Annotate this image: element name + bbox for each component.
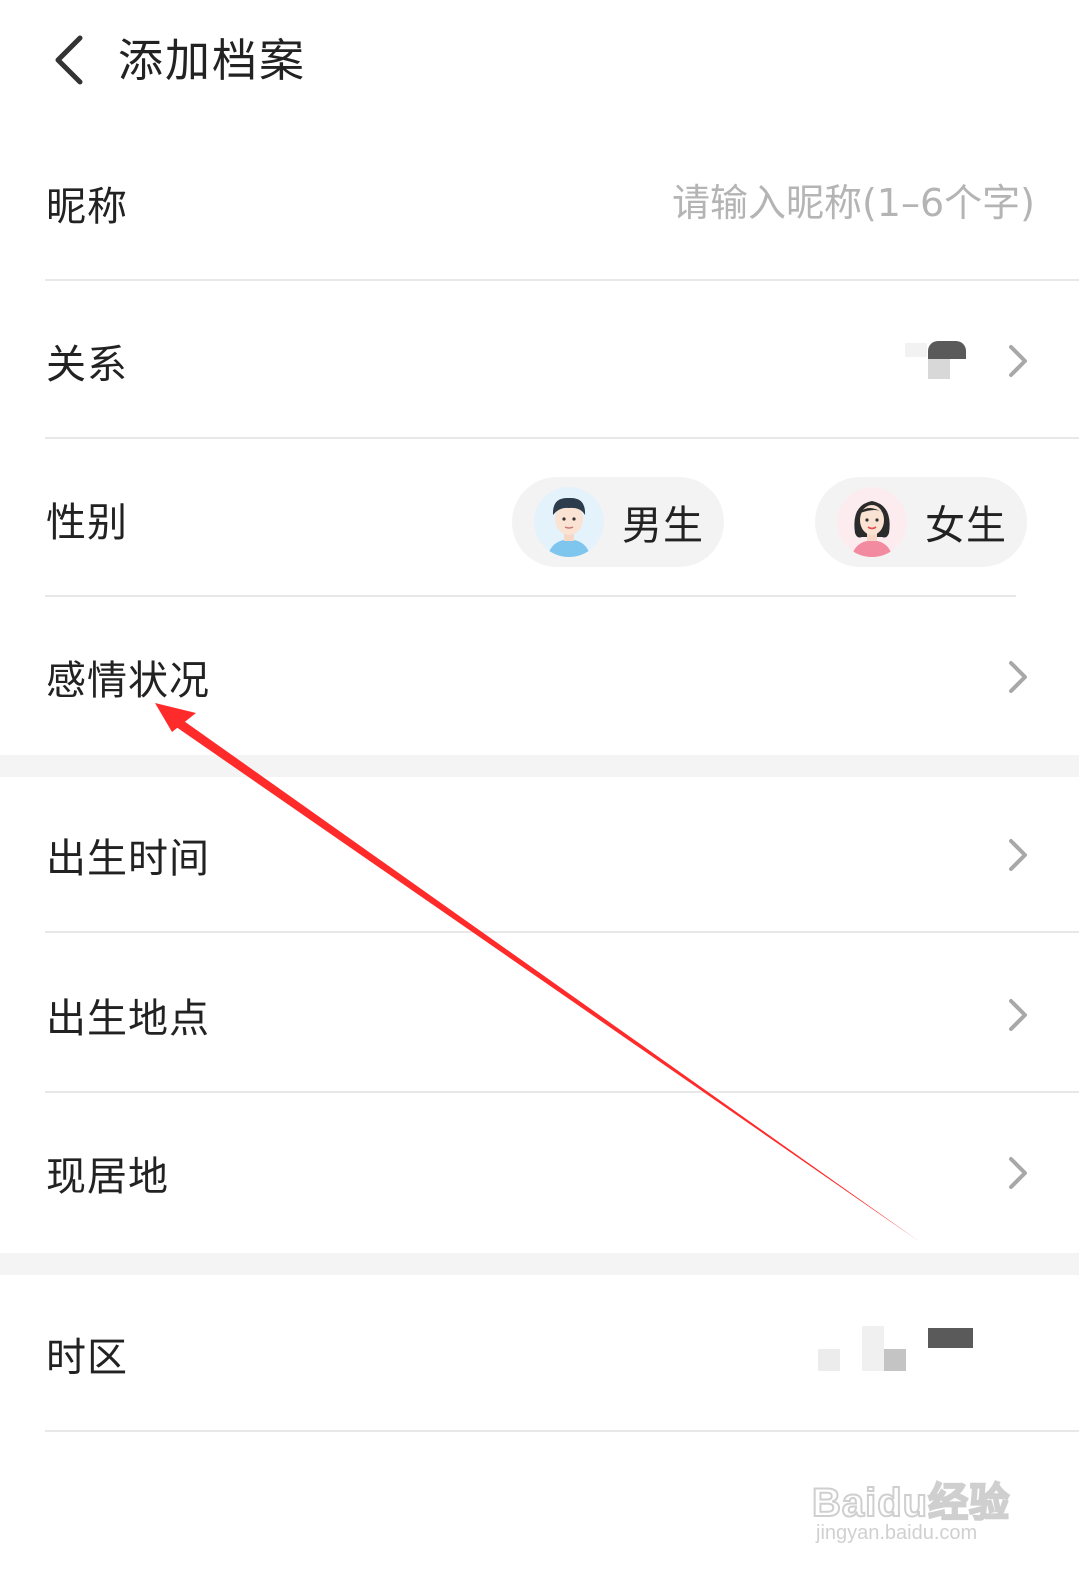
relation-row[interactable]: 关系 [0,283,1079,439]
nickname-row: 昵称 [0,125,1079,281]
gender-male-option[interactable]: 男生 [512,477,724,567]
chevron-right-icon [1009,345,1027,377]
chevron-right-icon [1009,999,1027,1031]
divider [45,279,1079,281]
gender-female-label: 女生 [925,503,1007,549]
male-avatar-icon [534,487,604,557]
gender-label: 性别 [46,500,128,546]
chevron-right-icon [1009,839,1027,871]
birth-time-row[interactable]: 出生时间 [0,777,1079,933]
gender-female-option[interactable]: 女生 [815,477,1027,567]
birth-place-label: 出生地点 [46,996,210,1042]
residence-row[interactable]: 现居地 [0,1095,1079,1251]
watermark-url: jingyan.baidu.com [816,1522,978,1544]
top-bar: 添加档案 [0,0,1079,125]
relation-label: 关系 [46,342,128,388]
back-arrow-icon [55,35,83,85]
divider [45,1430,1079,1432]
relationship-status-label: 感情状况 [46,658,210,704]
female-avatar-icon [837,487,907,557]
birth-place-row[interactable]: 出生地点 [0,937,1079,1093]
watermark-logo: Baidu经验 [811,1480,1011,1526]
nickname-input[interactable] [563,180,1037,226]
section-gap [0,1253,1079,1275]
page-title: 添加档案 [118,34,307,87]
nickname-label: 昵称 [46,184,128,230]
birth-time-label: 出生时间 [46,836,210,882]
baidu-watermark: Baidu经验 jingyan.baidu.com [811,1452,1012,1552]
back-button[interactable] [40,28,100,92]
section-gap [0,755,1079,777]
chevron-right-icon [1009,661,1027,693]
divider [45,931,1079,933]
relationship-status-row[interactable]: 感情状况 [0,599,1079,755]
timezone-row[interactable]: 时区 [0,1276,1079,1432]
divider [45,1091,1079,1093]
chevron-right-icon [1009,1157,1027,1189]
gender-male-label: 男生 [622,503,704,549]
divider [45,595,1016,597]
divider [45,437,1079,439]
gender-row: 性别 男生 女生 [0,441,1079,597]
timezone-label: 时区 [46,1335,128,1381]
residence-label: 现居地 [46,1154,169,1200]
